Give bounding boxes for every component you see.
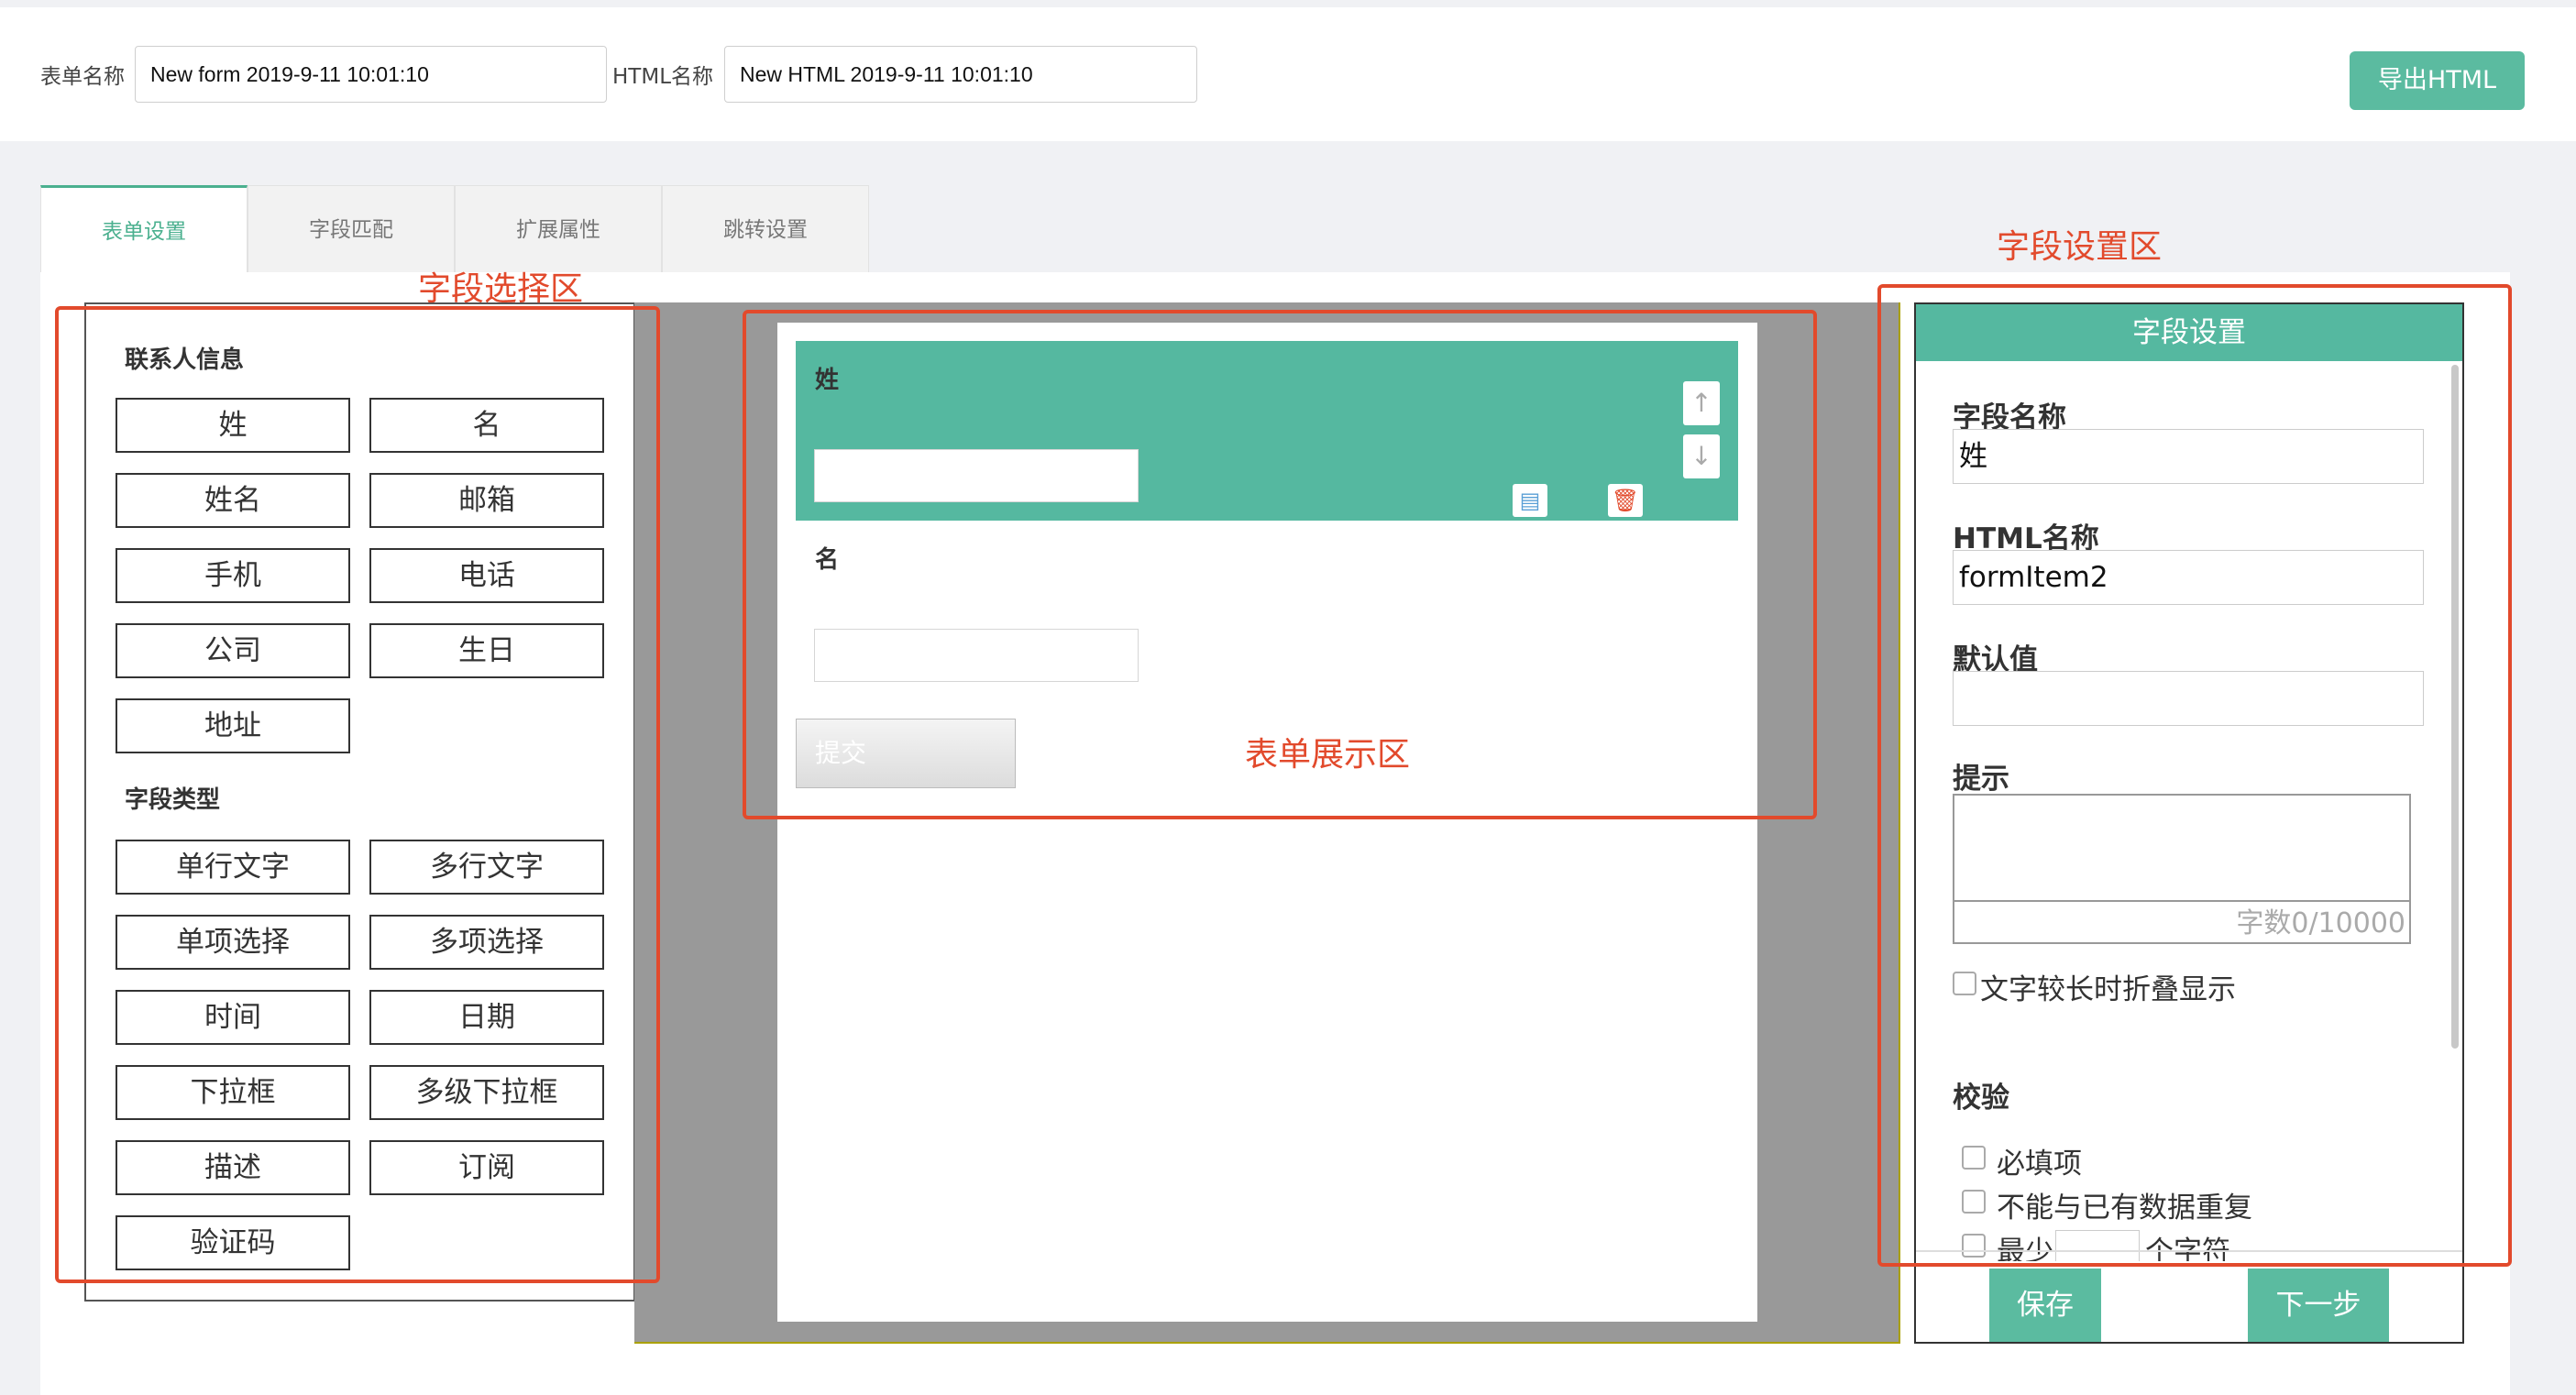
html-name-label: HTML名称 (612, 65, 714, 89)
field-settings-area-annotation: 字段设置区 (1997, 228, 2163, 266)
form-display-area-annotation: 表单展示区 (1245, 736, 1411, 774)
field-select-area-annotation: 字段选择区 (418, 270, 584, 308)
field-select-area-box (55, 306, 660, 1283)
save-button[interactable]: 保存 (1989, 1269, 2101, 1342)
tab-extended-attributes[interactable]: 扩展属性 (455, 185, 662, 273)
tab-field-matching[interactable]: 字段匹配 (248, 185, 455, 273)
field-settings-area-box (1877, 284, 2512, 1267)
form-name-input[interactable]: New form 2019-9-11 10:01:10 (135, 46, 607, 103)
next-step-button[interactable]: 下一步 (2248, 1269, 2389, 1342)
export-html-button[interactable]: 导出HTML (2350, 51, 2525, 110)
tab-form-settings[interactable]: 表单设置 (40, 185, 248, 273)
form-name-label: 表单名称 (40, 65, 125, 89)
top-bar: 表单名称 New form 2019-9-11 10:01:10 HTML名称 … (0, 7, 2576, 141)
tab-redirect-settings[interactable]: 跳转设置 (662, 185, 869, 273)
html-name-input[interactable]: New HTML 2019-9-11 10:01:10 (724, 46, 1197, 103)
